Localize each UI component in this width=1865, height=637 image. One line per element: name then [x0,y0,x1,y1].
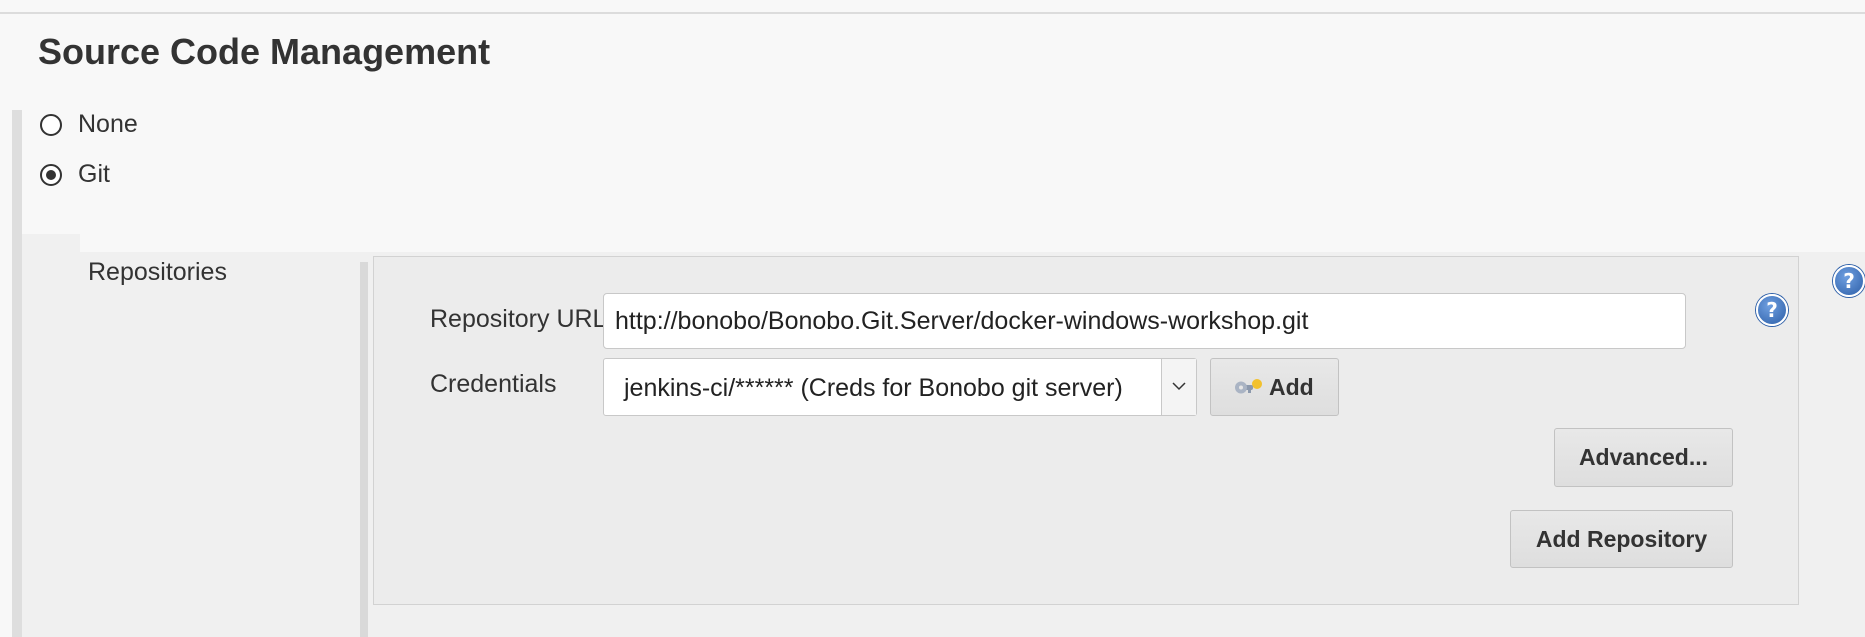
add-credentials-button[interactable]: Add [1210,358,1339,416]
scm-option-git-label: Git [78,160,110,188]
help-glyph: ? [1766,298,1778,322]
radio-none[interactable] [40,113,62,136]
radio-git[interactable] [40,163,62,186]
git-config-panel: Repositories ? Repository URL ? Credenti… [22,234,1865,637]
repository-url-help-icon[interactable]: ? [1756,294,1788,326]
credentials-selected-value: jenkins-ci/****** (Creds for Bonobo git … [624,374,1123,402]
git-config-top-notch [80,234,1865,252]
key-icon [1235,379,1262,394]
repository-url-label: Repository URL [430,305,607,333]
repository-panel: Repository URL ? Credentials jenkins-ci/… [373,256,1799,605]
credentials-select[interactable]: jenkins-ci/****** (Creds for Bonobo git … [603,358,1197,416]
chevron-down-icon[interactable] [1161,359,1196,415]
repository-indent-bar [360,262,368,637]
repositories-help-icon[interactable]: ? [1833,265,1865,297]
advanced-button[interactable]: Advanced... [1554,428,1733,487]
credentials-label: Credentials [430,370,557,398]
section-indent-bar [12,110,22,637]
scm-option-git[interactable]: Git [40,160,110,189]
help-glyph: ? [1843,269,1855,293]
repository-url-input[interactable] [603,293,1686,349]
add-credentials-label: Add [1269,373,1314,400]
add-repository-button[interactable]: Add Repository [1510,510,1733,568]
top-divider [0,12,1865,14]
section-title: Source Code Management [38,31,491,72]
repositories-label: Repositories [88,258,227,286]
scm-option-none[interactable]: None [40,110,138,139]
scm-option-none-label: None [78,110,138,138]
scm-section: None Git Repositories ? Repository URL ?… [12,110,1865,637]
